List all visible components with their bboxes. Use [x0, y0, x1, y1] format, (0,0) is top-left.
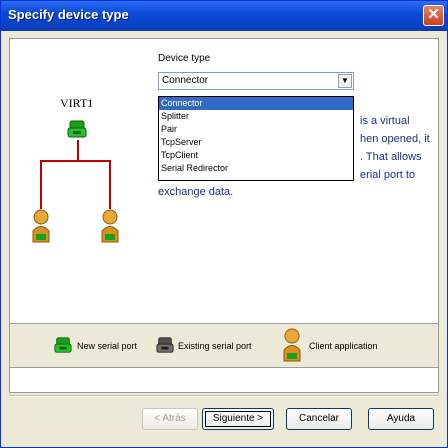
description-line-1: is a virtual — [360, 115, 410, 127]
next-button[interactable]: Siguiente > — [202, 408, 274, 430]
connector-line — [109, 160, 111, 209]
device-type-value: Connector — [162, 75, 209, 86]
connector-line — [40, 160, 42, 209]
window-title: Specify device type — [8, 7, 129, 22]
close-button[interactable]: ✕ — [423, 5, 444, 26]
title-bar[interactable]: Specify device type ✕ — [1, 1, 447, 31]
new-serial-port-icon — [67, 120, 87, 138]
description-line-5: exchange data. — [158, 186, 234, 198]
help-button[interactable]: Ayuda — [368, 408, 434, 430]
connector-line — [40, 160, 111, 162]
dialog-window: Specify device type ✕ Device type Connec… — [0, 0, 448, 448]
legend: New serial port Existing serial port Cli… — [9, 323, 439, 368]
option-splitter[interactable]: Splitter — [159, 110, 353, 123]
legend-new-port: New serial port — [77, 341, 138, 351]
device-type-select[interactable]: Connector ▼ — [158, 72, 354, 90]
description-line-2: hen opened, it — [360, 133, 430, 145]
new-serial-port-icon — [54, 337, 72, 353]
legend-existing-port: Existing serial port — [178, 341, 252, 351]
client-application-icon — [101, 209, 119, 243]
device-type-label: Device type — [158, 53, 211, 64]
device-type-options[interactable]: Connector Splitter Pair TcpServer TcpCli… — [158, 96, 354, 181]
back-button[interactable]: < Atrás — [142, 408, 198, 430]
description-line-3: . That allows — [360, 151, 422, 163]
chevron-down-icon[interactable]: ▼ — [338, 74, 352, 88]
option-tcpserver[interactable]: TcpServer — [159, 136, 353, 149]
legend-client-app: Client application — [309, 341, 378, 351]
description-line-4: erial port to — [360, 169, 416, 181]
cancel-button[interactable]: Cancelar — [286, 408, 352, 430]
existing-serial-port-icon — [156, 337, 174, 353]
root-label: VIRT1 — [60, 96, 94, 110]
option-pair[interactable]: Pair — [159, 123, 353, 136]
option-serial-redirector[interactable]: Serial Redirector — [159, 162, 353, 175]
client-application-icon — [32, 209, 50, 243]
option-connector[interactable]: Connector — [159, 97, 353, 110]
option-tcpclient[interactable]: TcpClient — [159, 149, 353, 162]
client-application-icon — [283, 328, 301, 362]
connector-line — [77, 140, 79, 161]
divider — [9, 395, 439, 397]
